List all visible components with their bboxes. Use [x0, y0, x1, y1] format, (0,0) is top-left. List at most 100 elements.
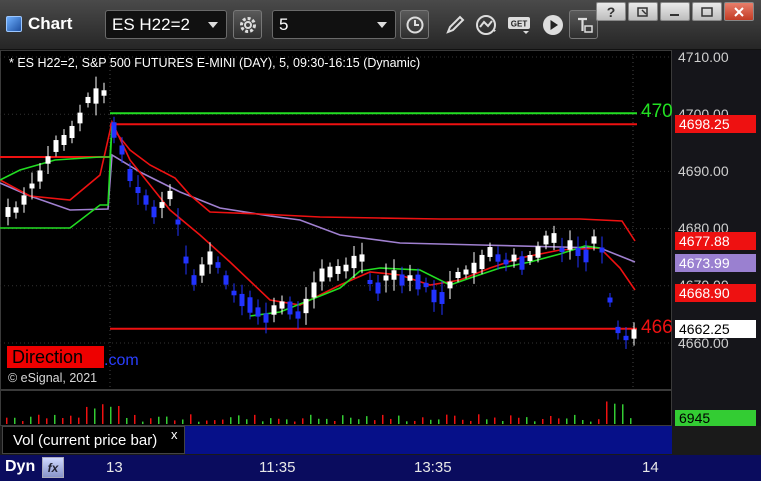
clock-icon [406, 16, 423, 33]
interval-value: 5 [279, 15, 289, 34]
chevron-down-icon [208, 22, 218, 28]
dynamic-label: Dyn [5, 458, 36, 475]
volume-bar [262, 421, 264, 424]
candle-body [487, 247, 493, 257]
candle-body [551, 233, 557, 243]
candle-body [231, 290, 237, 296]
candle-body [77, 112, 83, 124]
settings-gear-icon [239, 16, 256, 33]
copyright-text: © eSignal, 2021 [8, 371, 98, 385]
interval-dropdown[interactable]: 5 [272, 10, 396, 39]
get-icon: GET [507, 16, 530, 34]
chevron-down-icon [377, 22, 387, 28]
candle-body [279, 301, 285, 309]
volume-bar [78, 417, 80, 424]
volume-bar [534, 421, 536, 424]
price-tag-resistance: 4698.25 [675, 115, 756, 133]
close-button[interactable] [724, 2, 754, 21]
candle-body [375, 282, 381, 294]
volume-bar [166, 416, 168, 424]
get-button[interactable]: GET [505, 10, 534, 39]
volume-bar [134, 414, 136, 424]
help-icon: ? [606, 3, 616, 20]
volume-bar [182, 419, 184, 424]
price-tag-ma-mid: 4673.99 [675, 254, 756, 272]
volume-bar [70, 415, 72, 424]
minimize-button[interactable] [660, 2, 690, 21]
restore-button[interactable] [628, 2, 658, 21]
minimize-icon [670, 13, 679, 16]
price-tick: 4710.00 [678, 49, 729, 65]
candle-body [239, 293, 245, 307]
candle-body [255, 307, 261, 317]
volume-bar [406, 421, 408, 424]
volume-bar [430, 419, 432, 424]
study-button[interactable] [472, 10, 501, 39]
price-tag-ma-upper: 4677.88 [675, 232, 756, 250]
candle-body [471, 262, 477, 274]
candle-body [567, 240, 573, 250]
candle-body [455, 271, 461, 279]
time-tick: 13:35 [414, 459, 452, 476]
candle-body [615, 326, 621, 334]
settings-button[interactable] [233, 10, 262, 39]
candle-body [143, 195, 149, 205]
volume-bar [326, 418, 328, 424]
candle-body [447, 281, 453, 289]
candle-body [335, 266, 341, 274]
candles-layer [5, 76, 637, 349]
candle-body [367, 279, 373, 285]
candle-body [463, 269, 469, 275]
ma-lower-line [0, 119, 636, 306]
volume-study-close-icon[interactable]: x [171, 427, 178, 442]
candle-body [423, 282, 429, 288]
price-tick: 4690.00 [678, 163, 729, 179]
candle-body [191, 275, 197, 285]
candle-body [21, 195, 27, 205]
candle-body [543, 235, 549, 245]
candle-body [69, 125, 75, 139]
function-icon[interactable]: fx [42, 457, 64, 478]
candle-body [535, 246, 541, 258]
time-button[interactable] [400, 10, 429, 39]
candle-body [311, 282, 317, 298]
text-icon [577, 17, 593, 33]
close-icon [734, 6, 744, 17]
candle-body [479, 254, 485, 270]
candle-body [623, 335, 629, 341]
volume-bar [630, 418, 632, 424]
volume-study-label[interactable]: Vol (current price bar) [2, 426, 185, 454]
ma-upper-line [109, 124, 636, 242]
maximize-button[interactable] [692, 2, 722, 21]
candle-body [263, 313, 269, 323]
volume-bar [494, 417, 496, 424]
volume-bar [86, 406, 88, 424]
volume-bar [62, 418, 64, 424]
volume-bar [390, 418, 392, 424]
draw-button[interactable] [440, 10, 469, 39]
candle-body [495, 254, 501, 262]
candle-body [343, 264, 349, 272]
symbol-dropdown[interactable]: ES H22=2 [105, 10, 227, 39]
play-button[interactable] [538, 10, 567, 39]
candle-body [119, 145, 125, 155]
help-button[interactable]: ? [596, 2, 626, 21]
text-button[interactable] [569, 10, 598, 39]
volume-bar [462, 419, 464, 424]
volume-bar [22, 421, 24, 424]
volume-bar [174, 420, 176, 424]
candle-body [13, 207, 19, 213]
volume-bar [310, 414, 312, 424]
volume-bar [574, 414, 576, 424]
candle-body [295, 311, 301, 319]
volume-bar [622, 404, 624, 424]
volume-bar [294, 421, 296, 424]
time-tick: 11:35 [259, 459, 296, 476]
volume-bar [302, 418, 304, 424]
chart-app-icon [6, 16, 22, 32]
volume-bar [158, 416, 160, 424]
candle-body [511, 254, 517, 262]
grid-layer [0, 50, 672, 390]
volume-bars-svg [6, 401, 632, 424]
candle-body [327, 266, 333, 278]
